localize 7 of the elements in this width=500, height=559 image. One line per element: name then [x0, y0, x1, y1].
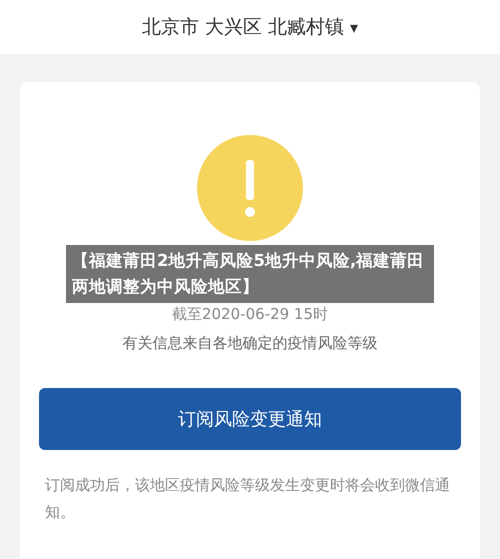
update-time: 截至2020-06-29 15时	[172, 305, 328, 324]
exclamation-icon	[197, 135, 303, 241]
source-note: 有关信息来自各地确定的疫情风险等级	[122, 334, 378, 353]
location-selector[interactable]: 北京市 大兴区 北臧村镇 ▾	[142, 14, 358, 40]
headline-banner: 【福建莆田2地升高风险5地升中风险,福建莆田两地调整为中风险地区】	[66, 245, 434, 303]
subscribe-note: 订阅成功后，该地区疫情风险等级发生变更时将会收到微信通知。	[45, 475, 451, 523]
subscribe-button[interactable]: 订阅风险变更通知	[39, 388, 461, 450]
